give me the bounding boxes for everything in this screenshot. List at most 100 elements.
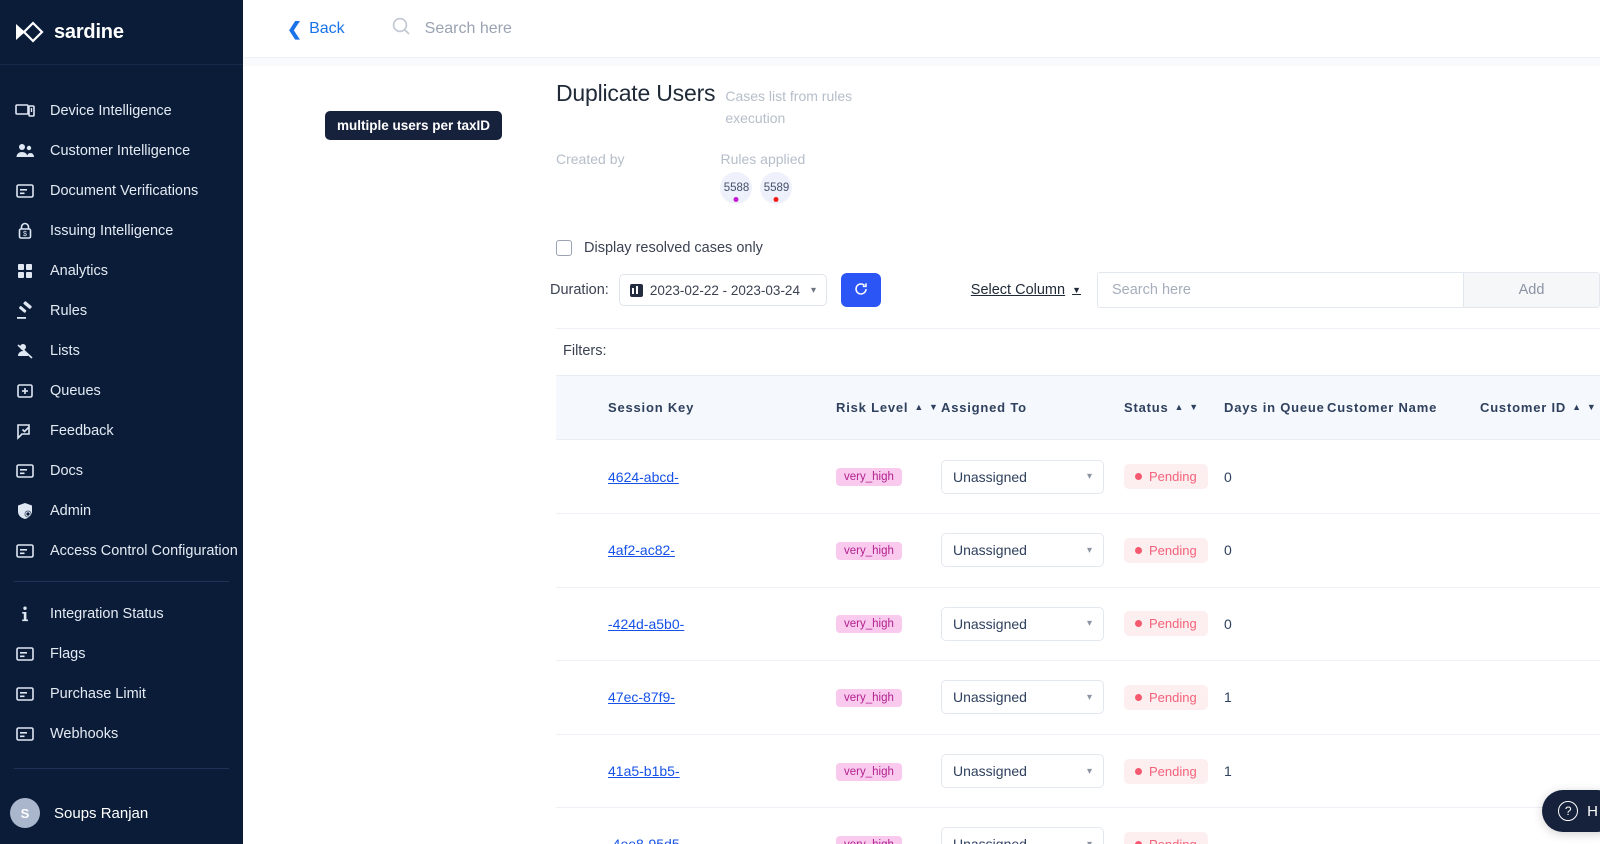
- feedback-icon: [14, 420, 36, 442]
- sort-desc-icon[interactable]: ▼: [1587, 403, 1597, 412]
- row-select-cell: [556, 439, 608, 514]
- assigned-to-select[interactable]: Unassigned ▾: [941, 827, 1104, 844]
- table-row[interactable]: -424d-a5b0-very_highUnassigned▾Pending0M…: [556, 587, 1600, 662]
- assigned-to-select[interactable]: Unassigned ▾: [941, 459, 1104, 494]
- sidebar-item-docs[interactable]: Docs: [0, 451, 243, 491]
- th-label: Status: [1124, 400, 1169, 416]
- created-by-block: Created by: [556, 135, 624, 167]
- status-cell: Pending: [1124, 587, 1224, 662]
- table-row[interactable]: 47ec-87f9-very_highUnassigned▾Pending1Ma…: [556, 660, 1600, 735]
- sort-controls[interactable]: ▲ ▼: [1175, 403, 1199, 412]
- queue-icon: [14, 380, 36, 402]
- customer-name-cell: [1327, 439, 1480, 514]
- assigned-to-select[interactable]: Unassigned ▾: [941, 533, 1104, 568]
- days-in-queue-cell: 0: [1224, 513, 1327, 588]
- refresh-button[interactable]: [840, 273, 881, 308]
- sidebar-item-device-intelligence[interactable]: Device Intelligence: [0, 91, 243, 131]
- session-key-link[interactable]: -4ee8-95d5-: [608, 836, 684, 844]
- session-key-link[interactable]: -424d-a5b0-: [608, 616, 684, 632]
- sidebar-item-document-verifications[interactable]: Document Verifications: [0, 171, 243, 211]
- docs-icon: [14, 460, 36, 482]
- page-body: Duplicate Users Cases list from rules ex…: [243, 66, 1600, 844]
- sort-asc-icon[interactable]: ▲: [1572, 403, 1582, 412]
- sidebar-item-analytics[interactable]: Analytics: [0, 251, 243, 291]
- session-key-link[interactable]: 47ec-87f9-: [608, 689, 675, 705]
- row-select-cell: [556, 513, 608, 588]
- assigned-to-value: Unassigned: [953, 689, 1027, 706]
- global-search-input[interactable]: [424, 19, 765, 38]
- sidebar-item-rules[interactable]: Rules: [0, 291, 243, 331]
- sidebar-item-issuing-intelligence[interactable]: $ Issuing Intelligence: [0, 211, 243, 251]
- th-label: Risk Level: [836, 400, 909, 416]
- add-button[interactable]: Add: [1463, 273, 1599, 308]
- status-badge: Pending: [1124, 464, 1208, 490]
- status-label: Pending: [1149, 837, 1197, 844]
- help-button[interactable]: ? H: [1542, 790, 1600, 832]
- table-row[interactable]: -4ee8-95d5-very_highUnassigned▾PendingMa…: [556, 807, 1600, 844]
- sort-controls[interactable]: ▲ ▼: [1572, 403, 1596, 412]
- assigned-to-cell: Unassigned ▾: [941, 439, 1124, 514]
- column-search-input[interactable]: [1098, 273, 1463, 308]
- sidebar-user[interactable]: S Soups Ranjan: [0, 798, 243, 828]
- chevron-down-icon: ▾: [810, 284, 816, 296]
- sidebar-item-label: Rules: [50, 303, 88, 319]
- th-risk-level[interactable]: Risk Level ▲ ▼: [836, 375, 941, 441]
- sort-desc-icon[interactable]: ▼: [1189, 403, 1199, 412]
- sidebar-item-label: Analytics: [50, 263, 109, 279]
- th-customer-name[interactable]: Customer Name: [1327, 375, 1480, 441]
- sidebar-item-admin[interactable]: Admin: [0, 491, 243, 531]
- sidebar-item-customer-intelligence[interactable]: Customer Intelligence: [0, 131, 243, 171]
- back-label: Back: [309, 19, 345, 37]
- session-key-link[interactable]: 4af2-ac82-: [608, 542, 675, 558]
- table-head: Session Key Risk Level ▲ ▼ Assigned To S…: [556, 375, 1600, 441]
- days-in-queue-cell: 1: [1224, 734, 1327, 809]
- assigned-to-select[interactable]: Unassigned ▾: [941, 754, 1104, 789]
- risk-level-badge: very_high: [836, 615, 902, 634]
- assigned-to-cell: Unassigned ▾: [941, 660, 1124, 735]
- sidebar-item-queues[interactable]: Queues: [0, 371, 243, 411]
- sidebar-item-lists[interactable]: Lists: [0, 331, 243, 371]
- sort-controls[interactable]: ▲ ▼: [914, 403, 938, 412]
- session-key-link[interactable]: 4624-abcd-: [608, 469, 679, 485]
- back-button[interactable]: ❮ Back: [287, 20, 345, 38]
- sidebar-item-flags[interactable]: Flags: [0, 634, 243, 674]
- table-row[interactable]: 41a5-b1b5-very_highUnassigned▾Pending1Ma…: [556, 734, 1600, 809]
- sort-asc-icon[interactable]: ▲: [1175, 403, 1185, 412]
- select-column-dropdown[interactable]: Select Column ▼: [971, 282, 1081, 298]
- topbar: ❮ Back: [243, 0, 1600, 58]
- sidebar-item-access-control-configuration[interactable]: Access Control Configuration: [0, 531, 243, 571]
- assigned-to-select[interactable]: Unassigned ▾: [941, 680, 1104, 715]
- toolbar: Duration: 2023-02-22 - 2023-03-24 ▾ Sele…: [243, 272, 1600, 309]
- resolved-checkbox-label: Display resolved cases only: [584, 240, 763, 257]
- assigned-to-select[interactable]: Unassigned ▾: [941, 606, 1104, 641]
- sidebar-item-purchase-limit[interactable]: Purchase Limit: [0, 674, 243, 714]
- th-assigned-to[interactable]: Assigned To: [941, 375, 1124, 441]
- sidebar-item-webhooks[interactable]: Webhooks: [0, 714, 243, 754]
- rule-chip[interactable]: 5589: [760, 172, 793, 205]
- resolved-checkbox[interactable]: [556, 240, 572, 257]
- sidebar-item-feedback[interactable]: Feedback: [0, 411, 243, 451]
- sidebar-divider: [14, 581, 229, 582]
- resolved-filter[interactable]: Display resolved cases only: [243, 240, 1600, 257]
- brand[interactable]: sardine: [0, 0, 243, 65]
- status-cell: Pending: [1124, 807, 1224, 844]
- session-key-link[interactable]: 41a5-b1b5-: [608, 763, 680, 779]
- created-by-label: Created by: [556, 151, 625, 168]
- sort-desc-icon[interactable]: ▼: [929, 403, 939, 412]
- days-in-queue-value: 0: [1224, 468, 1232, 485]
- th-status[interactable]: Status ▲ ▼: [1124, 375, 1224, 441]
- th-select-all: [556, 375, 608, 441]
- th-session-key[interactable]: Session Key: [608, 375, 836, 441]
- table-row[interactable]: 4af2-ac82-very_highUnassigned▾Pending0Ma…: [556, 513, 1600, 588]
- table-row[interactable]: 4624-abcd-very_highUnassigned▾Pending0Ma…: [556, 439, 1600, 514]
- main-content: ❮ Back Duplicate Users Cases list from r…: [243, 0, 1600, 844]
- th-days-in-queue[interactable]: Days in Queue: [1224, 375, 1327, 441]
- sort-asc-icon[interactable]: ▲: [914, 403, 924, 412]
- purchase-icon: [14, 683, 36, 705]
- duration-picker[interactable]: 2023-02-22 - 2023-03-24 ▾: [618, 274, 827, 307]
- sidebar-item-integration-status[interactable]: Integration Status: [0, 594, 243, 634]
- document-icon: [14, 180, 36, 202]
- th-customer-id[interactable]: Customer ID ▲ ▼: [1480, 375, 1600, 441]
- rule-chip[interactable]: 5588: [720, 172, 753, 205]
- rule-status-dot: [773, 197, 779, 203]
